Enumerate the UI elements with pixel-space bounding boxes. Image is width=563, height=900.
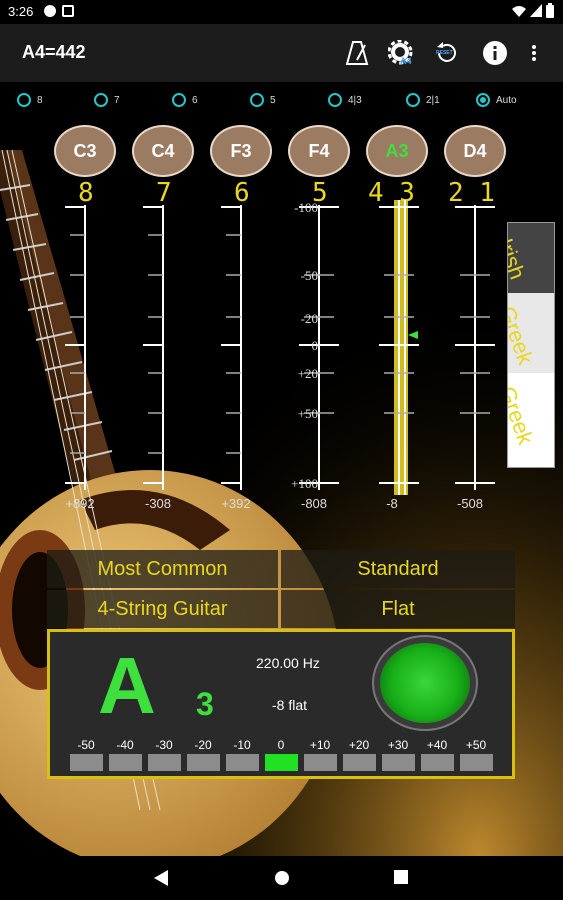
tuning-name-cell[interactable]: Flat (281, 590, 515, 628)
note-button-f3[interactable]: F3 (210, 125, 272, 177)
radio-dot (476, 93, 490, 107)
radio-label: 8 (37, 94, 43, 106)
info-icon[interactable] (482, 40, 508, 66)
meter-segment (382, 754, 415, 771)
note-button-c3[interactable]: C3 (54, 125, 116, 177)
radio-string-5[interactable]: 5 (250, 91, 276, 109)
recents-icon[interactable] (394, 870, 408, 884)
detected-note: A (98, 641, 156, 730)
metronome-icon[interactable] (344, 40, 370, 66)
scale-label: -50 (300, 268, 318, 283)
note-button-a3[interactable]: A3 (366, 125, 428, 177)
pitch-indicator-arrow (408, 331, 418, 339)
battery-icon (546, 3, 554, 18)
meter-label: -30 (155, 738, 173, 752)
radio-dot (406, 93, 420, 107)
radio-label: Auto (496, 94, 517, 106)
detected-octave: 3 (196, 686, 214, 722)
app-title: A4=442 (22, 42, 86, 62)
tuning-type-tab[interactable]: Irish Greek Greek (507, 222, 555, 468)
cents-readout: +892 (65, 496, 95, 511)
cents-readout: -508 (456, 496, 484, 511)
meter-label: -40 (116, 738, 134, 752)
notification-icon (62, 5, 74, 17)
meter-segment (109, 754, 142, 771)
meter-label: +50 (465, 738, 487, 752)
meter-label: +40 (426, 738, 448, 752)
radio-string-7[interactable]: 7 (94, 91, 120, 109)
radio-label: 5 (270, 94, 276, 106)
deviation-readout: -8 flat (272, 697, 308, 713)
meter-label: -20 (194, 738, 212, 752)
overflow-menu-icon[interactable] (528, 40, 540, 66)
radio-label: 7 (114, 94, 120, 106)
in-tune-lamp (380, 643, 470, 723)
meter-segment (226, 754, 259, 771)
radio-string-6[interactable]: 6 (172, 91, 198, 109)
tuning-category-cell[interactable]: 4-String Guitar (47, 590, 278, 628)
meter-segment (460, 754, 493, 771)
back-icon[interactable] (154, 870, 168, 886)
a4-badge: A4 (400, 56, 412, 66)
cents-readout: -8 (386, 496, 398, 511)
scale-label: +20 (297, 366, 318, 381)
scale-label: +50 (297, 406, 318, 421)
note-button-c4[interactable]: C4 (132, 125, 194, 177)
cents-readout: +392 (221, 496, 251, 511)
tab-label-greek: Greek (507, 303, 539, 368)
note-button-f4[interactable]: F4 (288, 125, 350, 177)
meter-segment (148, 754, 181, 771)
signal-icon (530, 4, 542, 17)
scale-label: +100 (291, 476, 318, 491)
app-notification-icon (44, 5, 56, 17)
wifi-icon (512, 6, 526, 17)
meter-label: -10 (233, 738, 251, 752)
meter-label: +30 (387, 738, 409, 752)
scale-label: -100 (294, 200, 318, 215)
meter-segment (187, 754, 220, 771)
radio-string-4-3[interactable]: 4|3 (328, 91, 362, 109)
radio-label: 4|3 (348, 94, 362, 106)
radio-dot (328, 93, 342, 107)
radio-label: 2|1 (426, 94, 440, 106)
radio-dot (250, 93, 264, 107)
tuning-name-cell[interactable]: Standard (281, 550, 515, 588)
meter-label: 0 (277, 738, 285, 752)
meter-segment (421, 754, 454, 771)
tuning-category-cell[interactable]: Most Common (47, 550, 278, 588)
status-bar: 3:26 (0, 0, 563, 24)
radio-auto[interactable]: Auto (476, 91, 517, 109)
meter-label: +10 (309, 738, 331, 752)
cents-readout: -808 (300, 496, 328, 511)
radio-dot (172, 93, 186, 107)
radio-string-2-1[interactable]: 2|1 (406, 91, 440, 109)
radio-label: 6 (192, 94, 198, 106)
radio-dot (17, 93, 31, 107)
scale-label: -20 (300, 311, 318, 326)
meter-segment (343, 754, 376, 771)
meter-segment (70, 754, 103, 771)
meter-segment (304, 754, 337, 771)
status-time: 3:26 (8, 4, 34, 19)
navigation-bar (0, 856, 563, 900)
note-button-d4[interactable]: D4 (444, 125, 506, 177)
radio-string-8[interactable]: 8 (17, 91, 43, 109)
meter-segment (265, 754, 298, 771)
app-bar: A4=442 A4 RESET (0, 24, 563, 82)
scale-label: 0 (311, 338, 319, 353)
radio-dot (94, 93, 108, 107)
reset-badge: RESET (436, 50, 453, 56)
frequency-readout: 220.00 Hz (256, 655, 320, 671)
home-icon[interactable] (274, 870, 290, 886)
meter-label: +20 (348, 738, 370, 752)
meter-label: -50 (77, 738, 95, 752)
cents-readout: -308 (144, 496, 172, 511)
